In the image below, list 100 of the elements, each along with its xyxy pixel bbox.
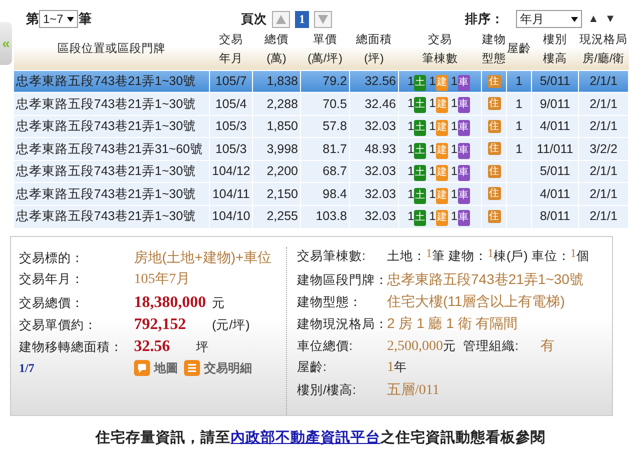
count-text: 1 (450, 96, 458, 110)
page-label: 頁次 (241, 10, 267, 28)
table-cell: 1,850 (252, 115, 300, 138)
platform-link[interactable]: 內政部不動產資訊平台 (230, 430, 380, 446)
table-cell: 2/1/1 (578, 182, 628, 206)
table-cell: 2/1/1 (578, 70, 628, 93)
table-cell: 忠孝東路五段743巷21弄1~30號 (14, 70, 210, 93)
table-cell: 忠孝東路五段743巷21弄1~30號 (14, 182, 210, 206)
table-row[interactable]: 忠孝東路五段743巷21弄1~30號 104/11 2,150 98.4 32.03 1土 1建 1車 住 4/011 2/1/1 (14, 182, 628, 206)
count-text: 1 (429, 96, 436, 110)
type-tag: 住 (488, 210, 500, 224)
table-row[interactable]: 忠孝東路五段743巷21弄31~60號 105/3 3,998 81.7 48.93 1土 1建 1車 住 1 11/011 3/2/2 (14, 138, 628, 160)
column-header: 樓別 樓高 (543, 34, 567, 65)
field-label: 建物型態： (297, 294, 363, 311)
table-cell: 忠孝東路五段743巷21弄31~60號 (14, 138, 210, 160)
range-suffix-label: 筆 (78, 10, 92, 28)
field-label: 交易年月： (19, 270, 85, 288)
count-text: 1 (407, 142, 414, 156)
count-text: 1 (407, 164, 414, 178)
count-text: 1 (429, 209, 436, 224)
category-tag: 土 (414, 120, 426, 136)
table-cell: 32.03 (350, 182, 398, 206)
range-select[interactable]: 1~7 (39, 10, 78, 28)
table-cell: 104/11 (210, 182, 252, 206)
page-up-button[interactable] (272, 10, 290, 28)
field-label: 樓別/樓高: (297, 382, 357, 399)
table-cell: 2/1/1 (578, 206, 628, 228)
table-cell: 2,200 (252, 160, 300, 183)
table-row[interactable]: 忠孝東路五段743巷21弄1~30號 104/12 2,200 68.7 32.03 1土 1建 1車 住 5/011 2/1/1 (14, 160, 628, 183)
unit-text: 年 (394, 358, 407, 376)
column-header: 屋齡 (507, 43, 531, 56)
count-text: 1 (407, 186, 414, 201)
category-tag: 土 (414, 74, 426, 91)
field-value: 1 (487, 244, 494, 262)
category-tag: 車 (458, 120, 470, 136)
list-icon (184, 360, 200, 376)
column-header: 建物 型態 (482, 34, 506, 65)
map-button[interactable]: 地圖 (134, 358, 178, 377)
field-value: 五層 (387, 380, 415, 399)
table-cell: 104/12 (210, 160, 252, 183)
table-cell-text: 1 (516, 74, 522, 88)
type-tag: 住 (488, 187, 500, 200)
table-cell: 2/1/1 (578, 160, 628, 183)
table-cell: 32.03 (350, 115, 398, 138)
field-value: 792,152 (134, 314, 186, 335)
category-tag: 土 (414, 188, 426, 204)
count-text: 1 (429, 164, 436, 178)
field-value: 忠孝東路五段743巷21弄1~30號 (387, 270, 584, 289)
table-cell: 1,838 (252, 70, 300, 93)
column-header: 單價 (萬/坪) (308, 34, 342, 65)
field-value: 房地(土地+建物)+車位 (134, 248, 272, 267)
field-value: 1 (426, 244, 432, 262)
field-value: 105年7月 (134, 270, 190, 289)
category-tag: 土 (414, 142, 426, 159)
unit-text: 個 (576, 248, 590, 265)
table-cell: 32.56 (350, 70, 398, 93)
caret-icon (571, 17, 578, 22)
table-row[interactable]: 忠孝東路五段743巷21弄1~30號 105/7 1,838 79.2 32.56 1土 1建 1車 住 1 5/011 2/1/1 (14, 70, 628, 93)
category-tag: 建 (436, 188, 448, 204)
table-row[interactable]: 忠孝東路五段743巷21弄1~30號 104/10 2,255 103.8 32.03 1土 1建 1車 住 8/011 2/1/1 (14, 206, 628, 228)
table-cell: 忠孝東路五段743巷21弄1~30號 (14, 206, 210, 228)
count-text: 1 (450, 164, 458, 178)
count-text: 1 (407, 118, 414, 133)
page-down-button[interactable] (314, 10, 332, 28)
count-text: 1 (429, 186, 436, 201)
sort-select[interactable]: 年月 (516, 10, 582, 28)
category-tag: 車 (458, 165, 470, 182)
field-label: 建物移轉總面積： (19, 338, 124, 356)
sort-ascending-button[interactable]: ▲ (588, 10, 599, 28)
table-row[interactable]: 忠孝東路五段743巷21弄1~30號 105/4 2,288 70.5 32.46 1土 1建 1車 住 1 9/011 2/1/1 (14, 92, 628, 116)
count-text: 1 (450, 118, 458, 133)
field-value: 32.56 (134, 336, 170, 357)
field-value: /011 (415, 382, 440, 400)
sort-descending-button[interactable]: ▼ (604, 10, 616, 28)
unit-text: 元 管理組織: (443, 338, 518, 355)
table-cell: 98.4 (300, 182, 350, 206)
count-text: 1 (407, 96, 414, 110)
count-text: 1 (407, 74, 414, 88)
column-header: 現況格局 房/廳/衛 (580, 34, 628, 65)
table-cell: 忠孝東路五段743巷21弄1~30號 (14, 115, 210, 138)
table-cell: 103.8 (300, 206, 350, 228)
field-label: 建物現況格局： (297, 316, 387, 333)
unit-text: 土地： (387, 248, 426, 265)
count-text: 1 (429, 74, 436, 88)
field-label: 建物區段門牌： (297, 272, 387, 289)
table-cell: 4/011 (532, 182, 578, 206)
type-tag: 住 (488, 97, 500, 110)
table-row[interactable]: 忠孝東路五段743巷21弄1~30號 105/3 1,850 57.8 32.03 1土 1建 1車 住 1 4/011 2/1/1 (14, 115, 628, 138)
table-cell: 81.7 (300, 138, 350, 160)
field-value: 1 (570, 244, 576, 262)
table-cell: 105/7 (210, 70, 252, 93)
category-tag: 建 (436, 142, 448, 159)
page-number[interactable]: 1 (295, 10, 309, 28)
table-cell: 104/10 (210, 206, 252, 228)
count-text: 1 (429, 118, 436, 133)
details-button[interactable]: 交易明細 (184, 358, 252, 377)
sort-label: 排序： (465, 10, 504, 28)
field-value: 2 房 1 廳 1 衛 有隔間 (387, 314, 518, 333)
field-value: 住宅大樓(11層含以上有電梯) (387, 292, 565, 311)
table-cell: 57.8 (300, 115, 350, 138)
